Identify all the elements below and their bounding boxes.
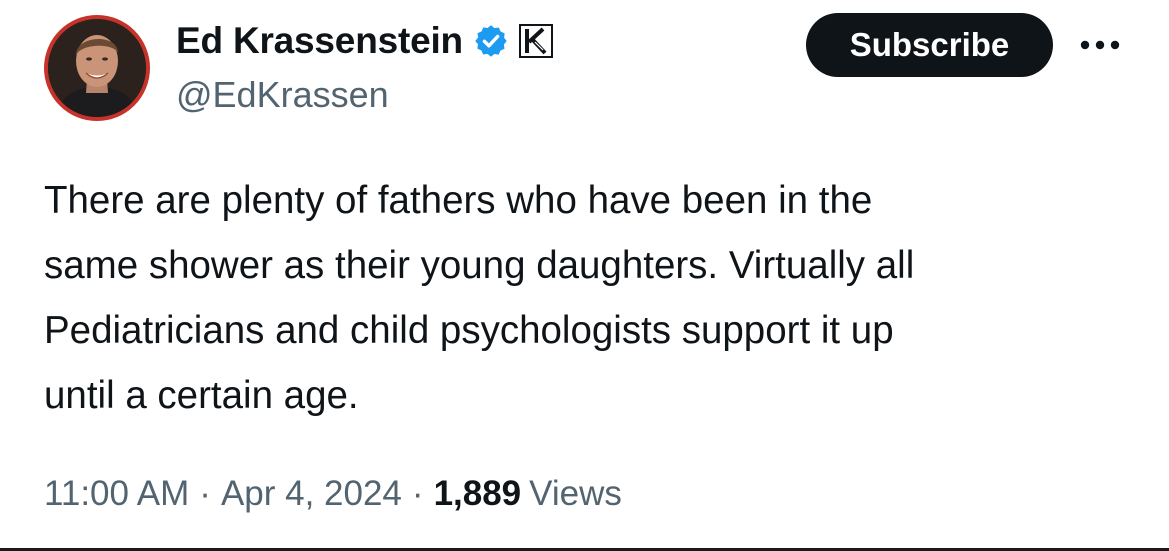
tweet-text-line: same shower as their young daughters. Vi…: [44, 244, 915, 287]
avatar-photo: [48, 19, 146, 117]
tweet-text-line: until a certain age.: [44, 374, 359, 417]
tweet-card: Ed Krassenstein @EdKrassen Subscribe The…: [0, 0, 1169, 551]
user-handle[interactable]: @EdKrassen: [176, 74, 389, 116]
tweet-metadata: 11:00 AM · Apr 4, 2024 · 1,889 Views: [44, 474, 622, 514]
views-label: Views: [529, 474, 622, 513]
subscribe-button[interactable]: Subscribe: [806, 13, 1053, 77]
tweet-date[interactable]: Apr 4, 2024: [221, 474, 402, 514]
verified-check-icon: [473, 23, 509, 59]
more-horizontal-icon[interactable]: [1076, 30, 1124, 60]
tweet-text-line: There are plenty of fathers who have bee…: [44, 179, 873, 222]
tweet-text-line: Pediatricians and child psychologists su…: [44, 309, 894, 352]
views-count[interactable]: 1,889: [434, 474, 522, 514]
meta-separator: ·: [411, 474, 424, 513]
display-name-row: Ed Krassenstein: [176, 18, 553, 64]
avatar[interactable]: [44, 15, 150, 121]
meta-separator: ·: [199, 474, 211, 513]
tweet-text: There are plenty of fathers who have bee…: [44, 168, 1144, 428]
tweet-time[interactable]: 11:00 AM: [44, 474, 189, 514]
display-name[interactable]: Ed Krassenstein: [176, 20, 463, 62]
k-logo-badge-icon[interactable]: [518, 24, 553, 58]
